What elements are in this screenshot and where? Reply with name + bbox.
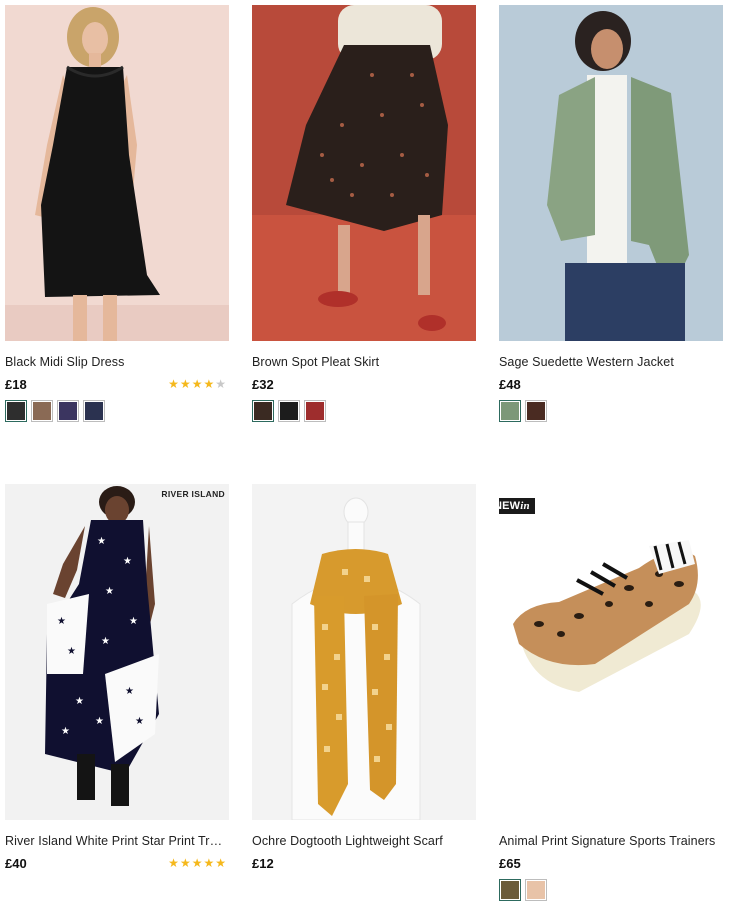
- colour-swatch[interactable]: [278, 400, 300, 422]
- colour-swatches: [5, 400, 105, 422]
- colour-swatch[interactable]: [31, 400, 53, 422]
- svg-text:★: ★: [57, 616, 66, 627]
- colour-swatches: [499, 400, 547, 422]
- star-rating: ★★★★★: [168, 857, 227, 869]
- svg-text:★: ★: [67, 646, 76, 657]
- product-price: £18: [5, 377, 27, 392]
- star-filled-icon: ★: [203, 856, 216, 870]
- colour-swatch[interactable]: [499, 879, 521, 901]
- colour-swatches: [252, 400, 326, 422]
- colour-swatch[interactable]: [525, 400, 547, 422]
- svg-text:★: ★: [129, 616, 138, 627]
- product-image[interactable]: ★ ★ ★ ★ ★ ★ ★ ★ ★ ★ ★ ★ RIVER ISLAND: [5, 484, 229, 820]
- brown-skirt-photo: [252, 5, 476, 341]
- svg-text:★: ★: [125, 686, 134, 697]
- new-in-badge: NEWin: [499, 498, 535, 514]
- black-slip-dress-photo: [5, 5, 229, 341]
- colour-swatch[interactable]: [499, 400, 521, 422]
- product-image[interactable]: [252, 5, 476, 341]
- product-title[interactable]: Black Midi Slip Dress: [5, 355, 229, 369]
- product-title[interactable]: River Island White Print Star Print Trac…: [5, 834, 229, 848]
- star-filled-icon: ★: [179, 856, 192, 870]
- product-image[interactable]: NEWin: [499, 484, 723, 820]
- product-image[interactable]: [5, 5, 229, 341]
- svg-text:★: ★: [123, 556, 132, 567]
- star-filled-icon: ★: [191, 856, 204, 870]
- brand-tag: RIVER ISLAND: [161, 489, 225, 499]
- product-price: £65: [499, 856, 521, 871]
- product-grid: Black Midi Slip Dress £18 ★★★★★ Brown Sp…: [0, 0, 729, 906]
- sage-jacket-photo: [499, 5, 723, 341]
- star-filled-icon: ★: [168, 856, 180, 870]
- star-filled-icon: ★: [203, 377, 216, 391]
- colour-swatch[interactable]: [57, 400, 79, 422]
- colour-swatch[interactable]: [83, 400, 105, 422]
- product-title[interactable]: Brown Spot Pleat Skirt: [252, 355, 476, 369]
- svg-text:★: ★: [97, 536, 106, 547]
- animal-print-trainers-photo: [499, 484, 723, 820]
- svg-text:★: ★: [95, 716, 104, 727]
- star-filled-icon: ★: [215, 856, 227, 870]
- star-empty-icon: ★: [215, 377, 227, 391]
- svg-text:★: ★: [135, 716, 144, 727]
- product-price: £40: [5, 856, 27, 871]
- product-title[interactable]: Sage Suedette Western Jacket: [499, 355, 723, 369]
- star-rating: ★★★★★: [168, 378, 227, 390]
- colour-swatch[interactable]: [304, 400, 326, 422]
- product-title[interactable]: Animal Print Signature Sports Trainers: [499, 834, 723, 848]
- in-badge-text: in: [520, 500, 530, 512]
- product-image[interactable]: [499, 5, 723, 341]
- product-price: £32: [252, 377, 274, 392]
- new-badge-text: NEW: [499, 500, 521, 512]
- svg-text:★: ★: [75, 696, 84, 707]
- star-print-dress-photo: ★ ★ ★ ★ ★ ★ ★ ★ ★ ★ ★ ★: [5, 484, 229, 820]
- colour-swatch[interactable]: [525, 879, 547, 901]
- colour-swatches: [499, 879, 547, 901]
- product-price: £12: [252, 856, 274, 871]
- svg-text:★: ★: [105, 586, 114, 597]
- svg-text:★: ★: [61, 726, 70, 737]
- star-filled-icon: ★: [179, 377, 192, 391]
- svg-text:★: ★: [101, 636, 110, 647]
- star-filled-icon: ★: [168, 377, 180, 391]
- colour-swatch[interactable]: [252, 400, 274, 422]
- product-title[interactable]: Ochre Dogtooth Lightweight Scarf: [252, 834, 476, 848]
- product-image[interactable]: [252, 484, 476, 820]
- colour-swatch[interactable]: [5, 400, 27, 422]
- ochre-scarf-photo: [252, 484, 476, 820]
- product-price: £48: [499, 377, 521, 392]
- star-filled-icon: ★: [191, 377, 204, 391]
